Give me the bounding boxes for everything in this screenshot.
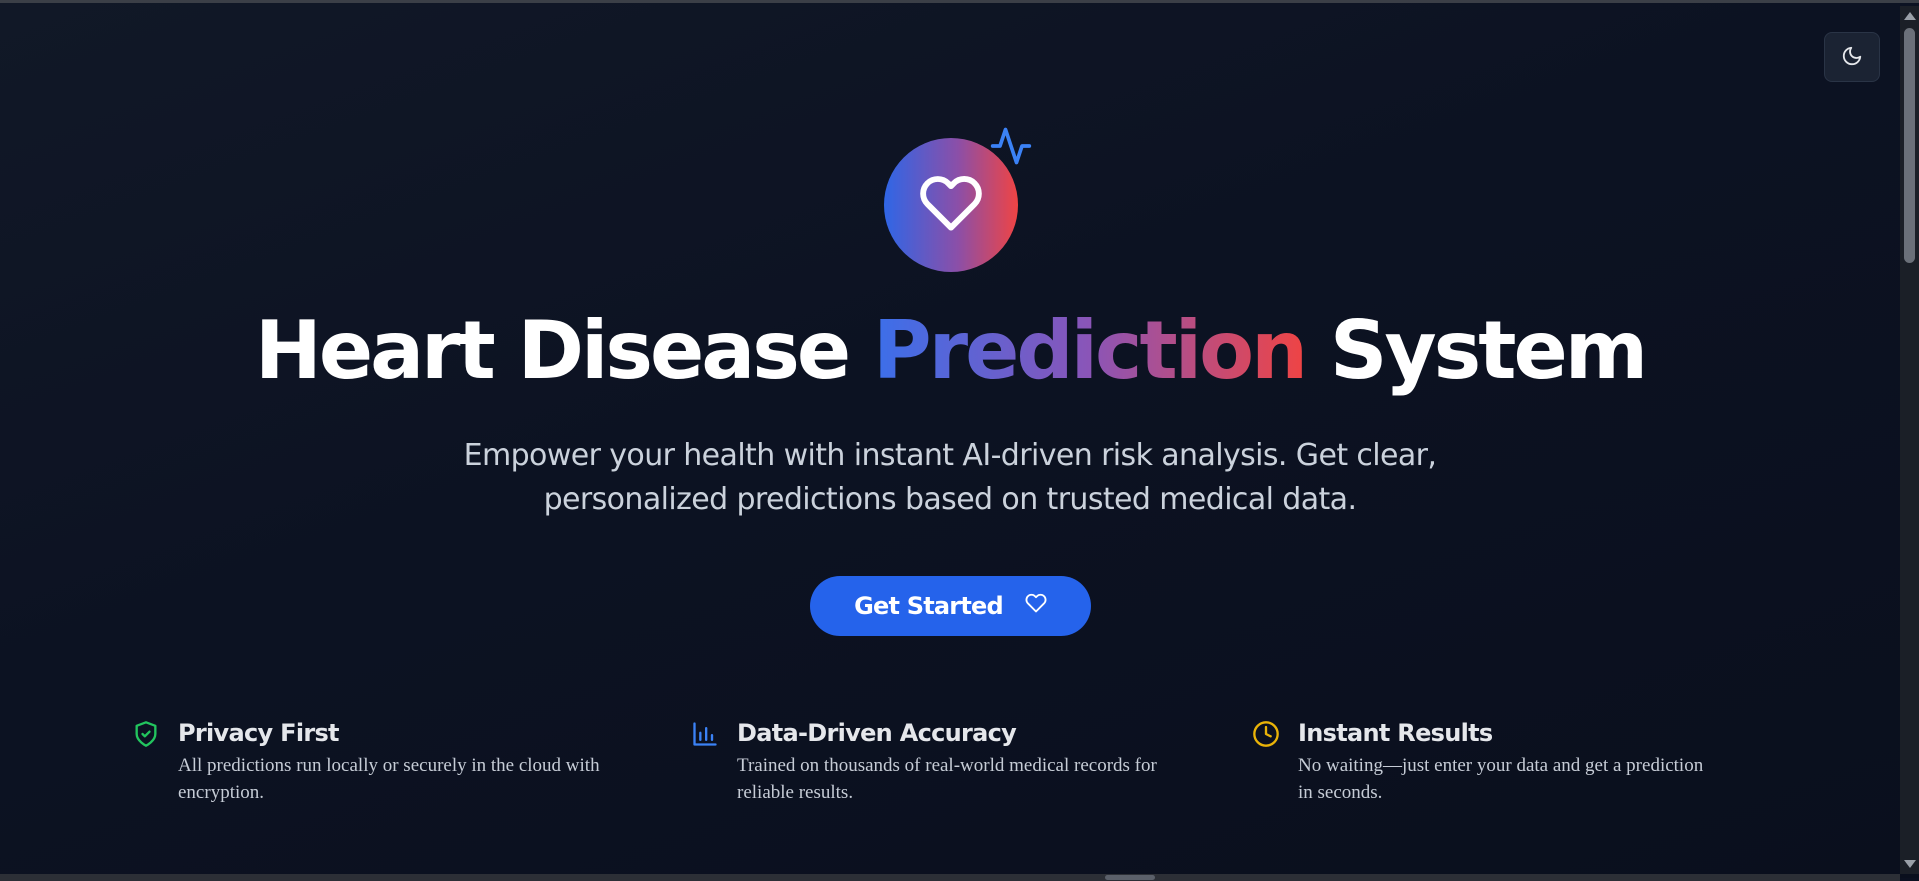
heart-icon [1025, 592, 1047, 620]
theme-toggle-button[interactable] [1824, 32, 1880, 82]
feature-text: Data-Driven Accuracy Trained on thousand… [737, 718, 1157, 806]
title-part-1: Heart Disease [254, 304, 874, 397]
feature-instant: Instant Results No waiting—just enter yo… [1252, 718, 1703, 806]
feature-title: Privacy First [178, 719, 340, 747]
scrollbar-thumb[interactable] [1904, 28, 1915, 263]
feature-description: Trained on thousands of real-world medic… [737, 752, 1157, 806]
scroll-down-arrow-icon[interactable] [1904, 860, 1916, 868]
feature-description: All predictions run locally or securely … [178, 752, 600, 806]
feature-text: Privacy First All predictions run locall… [178, 718, 600, 806]
landing-viewport: Heart Disease Prediction System Empower … [0, 6, 1900, 874]
scroll-up-arrow-icon[interactable] [1904, 12, 1916, 20]
activity-pulse-icon [989, 124, 1033, 173]
moon-icon [1841, 45, 1863, 70]
get-started-label: Get Started [854, 592, 1004, 620]
feature-title: Instant Results [1298, 719, 1493, 747]
feature-desc-line-1: No waiting—just enter your data and get … [1298, 755, 1704, 776]
heart-icon [919, 171, 983, 240]
bar-chart-icon [691, 720, 721, 750]
clock-icon [1252, 720, 1282, 750]
shield-check-icon [132, 720, 162, 750]
feature-desc-line-2: encryption. [178, 782, 265, 803]
feature-desc-line-2: in seconds. [1298, 782, 1383, 803]
hero-subtitle: Empower your health with instant AI-driv… [430, 434, 1470, 522]
feature-description: No waiting—just enter your data and get … [1298, 752, 1703, 806]
subtitle-line-1: Empower your health with instant AI-driv… [463, 438, 1437, 473]
title-highlight: Prediction [873, 304, 1308, 397]
get-started-button[interactable]: Get Started [810, 576, 1091, 636]
feature-desc-line-1: Trained on thousands of real-world medic… [737, 755, 1157, 776]
vertical-scrollbar[interactable] [1900, 6, 1919, 874]
feature-text: Instant Results No waiting—just enter yo… [1298, 718, 1703, 806]
subtitle-line-2: personalized predictions based on truste… [543, 482, 1357, 517]
title-part-2: System [1305, 304, 1648, 397]
page: Heart Disease Prediction System Empower … [0, 0, 1919, 881]
page-title: Heart Disease Prediction System [0, 311, 1900, 391]
feature-title: Data-Driven Accuracy [737, 719, 1017, 747]
feature-accuracy: Data-Driven Accuracy Trained on thousand… [691, 718, 1157, 806]
feature-privacy: Privacy First All predictions run locall… [132, 718, 600, 806]
feature-desc-line-2: reliable results. [737, 782, 854, 803]
hero-logo [884, 127, 1032, 272]
feature-desc-line-1: All predictions run locally or securely … [178, 755, 600, 776]
